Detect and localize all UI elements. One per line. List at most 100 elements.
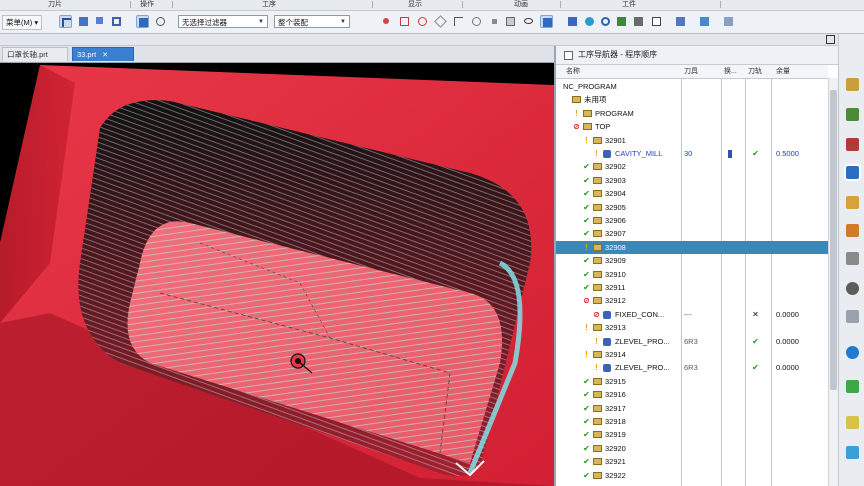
select-mode-button[interactable]: [59, 15, 72, 28]
navigator-row[interactable]: ⊘ TOP: [556, 120, 828, 133]
navigator-row[interactable]: ✔ 32907: [556, 227, 828, 240]
generate-path-button[interactable]: [566, 15, 579, 28]
select-group-button[interactable]: [94, 15, 107, 28]
row-name: 32921: [605, 457, 626, 467]
path-generated-icon: ✔: [752, 363, 759, 373]
column-header-stock[interactable]: 余量: [776, 65, 790, 78]
reuse-library-icon[interactable]: [846, 224, 859, 237]
machine-navigator-icon[interactable]: [846, 196, 859, 209]
postprocess-button[interactable]: [632, 15, 645, 28]
navigator-row[interactable]: ✔ 32915: [556, 375, 828, 388]
snap-center-button[interactable]: [416, 15, 429, 28]
navigator-row[interactable]: ! 32908: [556, 240, 828, 255]
navigator-row[interactable]: ✔ 32911: [556, 281, 828, 294]
navigator-row[interactable]: ✔ 32919: [556, 428, 828, 441]
group-separator: [130, 1, 131, 8]
system-materials-icon[interactable]: [846, 282, 859, 295]
menu-button[interactable]: 菜单(M) ▾: [2, 15, 43, 30]
snap-endpoint-button[interactable]: [380, 15, 393, 28]
simulate-button[interactable]: [615, 15, 628, 28]
navigator-row[interactable]: ✔ 32906: [556, 214, 828, 227]
chevron-down-icon: ▼: [258, 19, 264, 25]
collapse-toggle[interactable]: [564, 51, 573, 60]
more-button[interactable]: [722, 15, 735, 28]
display-mode-button[interactable]: [540, 15, 553, 28]
snap-face-button[interactable]: [504, 15, 517, 28]
process-studio-icon[interactable]: [846, 310, 859, 323]
scrollbar-thumb[interactable]: [830, 90, 837, 390]
navigator-row[interactable]: ✔ 32902: [556, 160, 828, 173]
tab-part-file-2[interactable]: 33.prt ✕: [72, 47, 134, 61]
palette-icon[interactable]: [846, 446, 859, 459]
roles-icon[interactable]: [846, 416, 859, 429]
navigator-row[interactable]: ✔ 32909: [556, 254, 828, 267]
graphics-viewport[interactable]: [0, 63, 554, 486]
navigator-row[interactable]: ✔ 32910: [556, 268, 828, 281]
navigator-row[interactable]: ✔ 32920: [556, 442, 828, 455]
selection-filter-select[interactable]: 无选择过滤器 ▼: [178, 15, 268, 28]
snap-quadrant-button[interactable]: [434, 15, 447, 28]
navigator-row[interactable]: 未用项: [556, 93, 828, 106]
replay-button[interactable]: [599, 15, 612, 28]
ipw-button[interactable]: [698, 15, 711, 28]
navigator-row[interactable]: ! 32901: [556, 134, 828, 147]
navigator-row[interactable]: ! PROGRAM: [556, 107, 828, 120]
history-icon[interactable]: [846, 252, 859, 265]
status-regenerate-required-icon: ⊘: [593, 309, 600, 319]
navigator-row[interactable]: ✔ 32921: [556, 455, 828, 468]
snap-point-button[interactable]: [154, 15, 167, 28]
navigator-row[interactable]: ! 32913: [556, 321, 828, 334]
shop-doc-button[interactable]: [650, 15, 663, 28]
web-browser-icon[interactable]: [846, 380, 859, 393]
navigator-column-headers: 名称 刀具 换... 刀轨 余量: [556, 65, 828, 79]
assembly-navigator-icon[interactable]: [846, 108, 859, 121]
navigator-row[interactable]: ✔ 32903: [556, 174, 828, 187]
navigator-row[interactable]: ⊘ FIXED_CON... --- ✕ 0.0000: [556, 308, 828, 321]
snap-midpoint-button[interactable]: [398, 15, 411, 28]
navigator-row[interactable]: NC_PROGRAM: [556, 80, 828, 93]
status-regenerate-icon: !: [595, 363, 598, 373]
operation-navigator-icon[interactable]: [846, 166, 859, 179]
navigator-row[interactable]: ✔ 32922: [556, 469, 828, 482]
navigator-row[interactable]: ! ZLEVEL_PRO... 6R3 ✔ 0.0000: [556, 361, 828, 374]
part-navigator-icon[interactable]: [846, 78, 859, 91]
simulate-icon: [617, 17, 626, 26]
close-icon[interactable]: ✕: [102, 52, 108, 59]
assembly-scope-select[interactable]: 整个装配 ▼: [274, 15, 350, 28]
info-icon[interactable]: [846, 346, 859, 359]
column-header-name[interactable]: 名称: [566, 65, 580, 78]
row-name: ZLEVEL_PRO...: [615, 336, 670, 346]
navigator-row[interactable]: ✔ 32904: [556, 187, 828, 200]
navigator-row[interactable]: ! CAVITY_MILL 30 ✔ 0.5000: [556, 147, 828, 160]
operation-button[interactable]: [136, 15, 149, 28]
status-complete-icon: ✔: [583, 202, 590, 212]
navigator-row[interactable]: ✔ 32905: [556, 201, 828, 214]
snap-button[interactable]: [77, 15, 90, 28]
snap-intersect-button[interactable]: [452, 15, 465, 28]
view-button[interactable]: [522, 15, 535, 28]
tab-part-file-1[interactable]: 口罩长轴.prt: [2, 47, 68, 61]
path-missing-icon: ✕: [752, 309, 759, 319]
navigator-row[interactable]: ✔ 32916: [556, 388, 828, 401]
snap-existing-button[interactable]: [488, 15, 501, 28]
maximize-icon[interactable]: [826, 35, 835, 44]
select-chain-button[interactable]: [110, 15, 123, 28]
workpiece-button[interactable]: [674, 15, 687, 28]
verify-button[interactable]: [583, 15, 596, 28]
navigator-row[interactable]: ✔ 32917: [556, 402, 828, 415]
program-group-icon: [593, 203, 602, 211]
navigator-row[interactable]: ⊘ 32912: [556, 294, 828, 307]
row-name: 未用项: [584, 95, 607, 105]
status-regenerate-icon: !: [585, 350, 588, 359]
row-name: FIXED_CON...: [615, 309, 665, 319]
snap-tangent-button[interactable]: [470, 15, 483, 28]
constraint-navigator-icon[interactable]: [846, 138, 859, 151]
navigator-row[interactable]: ✔ 32918: [556, 415, 828, 428]
navigator-row[interactable]: ! ZLEVEL_PRO... 6R3 ✔ 0.0000: [556, 335, 828, 348]
program-group-icon: [593, 471, 602, 479]
navigator-row[interactable]: ! 32914: [556, 348, 828, 361]
column-header-path[interactable]: 刀轨: [748, 65, 762, 78]
program-group-icon: [593, 418, 602, 425]
column-header-change[interactable]: 换...: [724, 65, 737, 78]
column-header-tool[interactable]: 刀具: [684, 65, 698, 78]
